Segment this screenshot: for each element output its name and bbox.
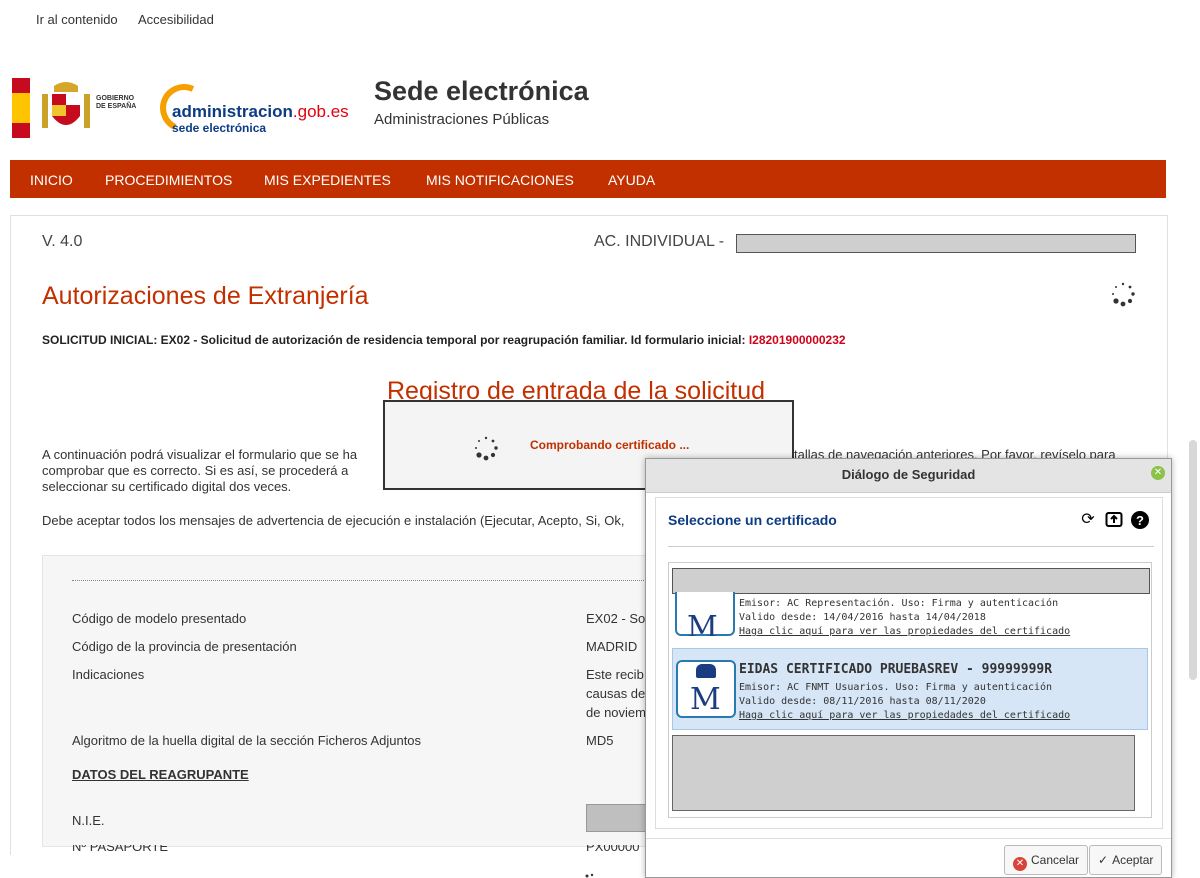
checking-certificate-text: Comprobando certificado ... [530,438,690,452]
certificate-icon: M [676,660,736,718]
row-value-cont: de noviem [586,705,646,720]
redacted-field [672,568,1150,594]
warning-text: Debe aceptar todos los mensajes de adver… [42,513,625,528]
cert-issuer: Emisor: AC FNMT Usuarios. Uso: Firma y a… [739,682,1053,693]
refresh-icon[interactable]: ⟳ [1078,510,1098,530]
accessibility-link[interactable]: Accesibilidad [138,12,214,27]
eu-flag-icon [12,78,30,138]
help-icon[interactable]: ? [1130,510,1150,530]
dialog-title: Diálogo de Seguridad [841,467,976,482]
nav-procedimientos[interactable]: PROCEDIMIENTOS [105,172,232,188]
loading-spinner-icon [1112,282,1135,307]
footer-blank [10,855,645,878]
accept-button[interactable]: ✓ Aceptar [1089,845,1163,875]
nie-label: N.I.E. [72,813,105,828]
main-nav: INICIO PROCEDIMIENTOS MIS EXPEDIENTES MI… [10,160,1166,198]
spain-coat-of-arms-icon [42,82,90,128]
gobierno-espana-label: GOBIERNO DE ESPAÑA [96,95,137,110]
cert-properties-link[interactable]: Haga clic aquí para ver las propiedades … [739,626,1070,637]
nav-ayuda[interactable]: AYUDA [608,172,655,188]
datos-reagrupante-heading: DATOS DEL REAGRUPANTE [72,767,249,782]
divider [668,546,1154,547]
close-icon[interactable]: ✕ [1151,466,1165,480]
row-label: Código de modelo presentado [72,611,247,626]
loading-spinner-icon [475,436,498,461]
cert-validity: Valido desde: 14/04/2016 hasta 14/04/201… [739,612,986,623]
row-value: Este recib [586,667,644,682]
cert-validity: Valido desde: 08/11/2016 hasta 08/11/202… [739,696,986,707]
certificate-icon: M [675,592,735,636]
cancel-button[interactable]: ✕ Cancelar [1004,845,1089,875]
row-label: Código de la provincia de presentación [72,639,297,654]
skip-to-content-link[interactable]: Ir al contenido [36,12,118,27]
cert-properties-link[interactable]: Haga clic aquí para ver las propiedades … [739,710,1070,721]
cert-issuer: Emisor: AC Representación. Uso: Firma y … [739,598,1059,609]
cert-name: EIDAS CERTIFICADO PRUEBASREV - 99999999R [739,662,1053,677]
nav-mis-notificaciones[interactable]: MIS NOTIFICACIONES [426,172,574,188]
sede-electronica-logo-label: sede electrónica [172,121,267,135]
redacted-field [672,735,1135,811]
site-title: Sede electrónica [374,76,589,106]
row-value: EX02 - So [586,611,646,626]
row-value: MD5 [586,733,614,748]
row-label: Algoritmo de la huella digital de la sec… [72,733,422,748]
page-scrollbar[interactable] [1189,440,1197,680]
version-label: V. 4.0 [42,233,83,250]
divider [72,580,652,581]
redacted-field [586,804,654,832]
svg-text:?: ? [1136,513,1144,528]
pasaporte-value: PX00000 [586,845,640,854]
ac-individual-label: AC. INDIVIDUAL - [594,233,725,250]
divider [646,838,1171,839]
import-certificate-icon[interactable] [1104,510,1124,530]
row-value: MADRID [586,639,638,654]
solicitud-description: SOLICITUD INICIAL: EX02 - Solicitud de a… [42,333,846,347]
site-subtitle: Administraciones Públicas [374,111,550,128]
row-label: Indicaciones [72,667,145,682]
intro-text-line2: comprobar que es correcto. Si es así, se… [42,463,349,478]
nav-mis-expedientes[interactable]: MIS EXPEDIENTES [264,172,391,188]
pasaporte-row: Nº PASAPORTE PX00000 [40,845,645,855]
intro-text-line1: A continuación podrá visualizar el formu… [42,447,358,462]
cancel-icon: ✕ [1013,857,1027,871]
intro-text-line3: seleccionar su certificado digital dos v… [42,479,292,494]
pasaporte-label: Nº PASAPORTE [72,845,169,854]
page-heading: Autorizaciones de Extranjería [42,282,369,310]
redacted-field [736,234,1136,253]
administracion-logo-text: administracion.gob.es [172,102,349,121]
nav-inicio[interactable]: INICIO [30,172,73,188]
row-value-cont: causas de [586,686,646,701]
select-certificate-heading: Seleccione un certificado [668,512,837,528]
loading-spinner-icon [585,873,594,878]
check-icon: ✓ [1098,853,1109,867]
